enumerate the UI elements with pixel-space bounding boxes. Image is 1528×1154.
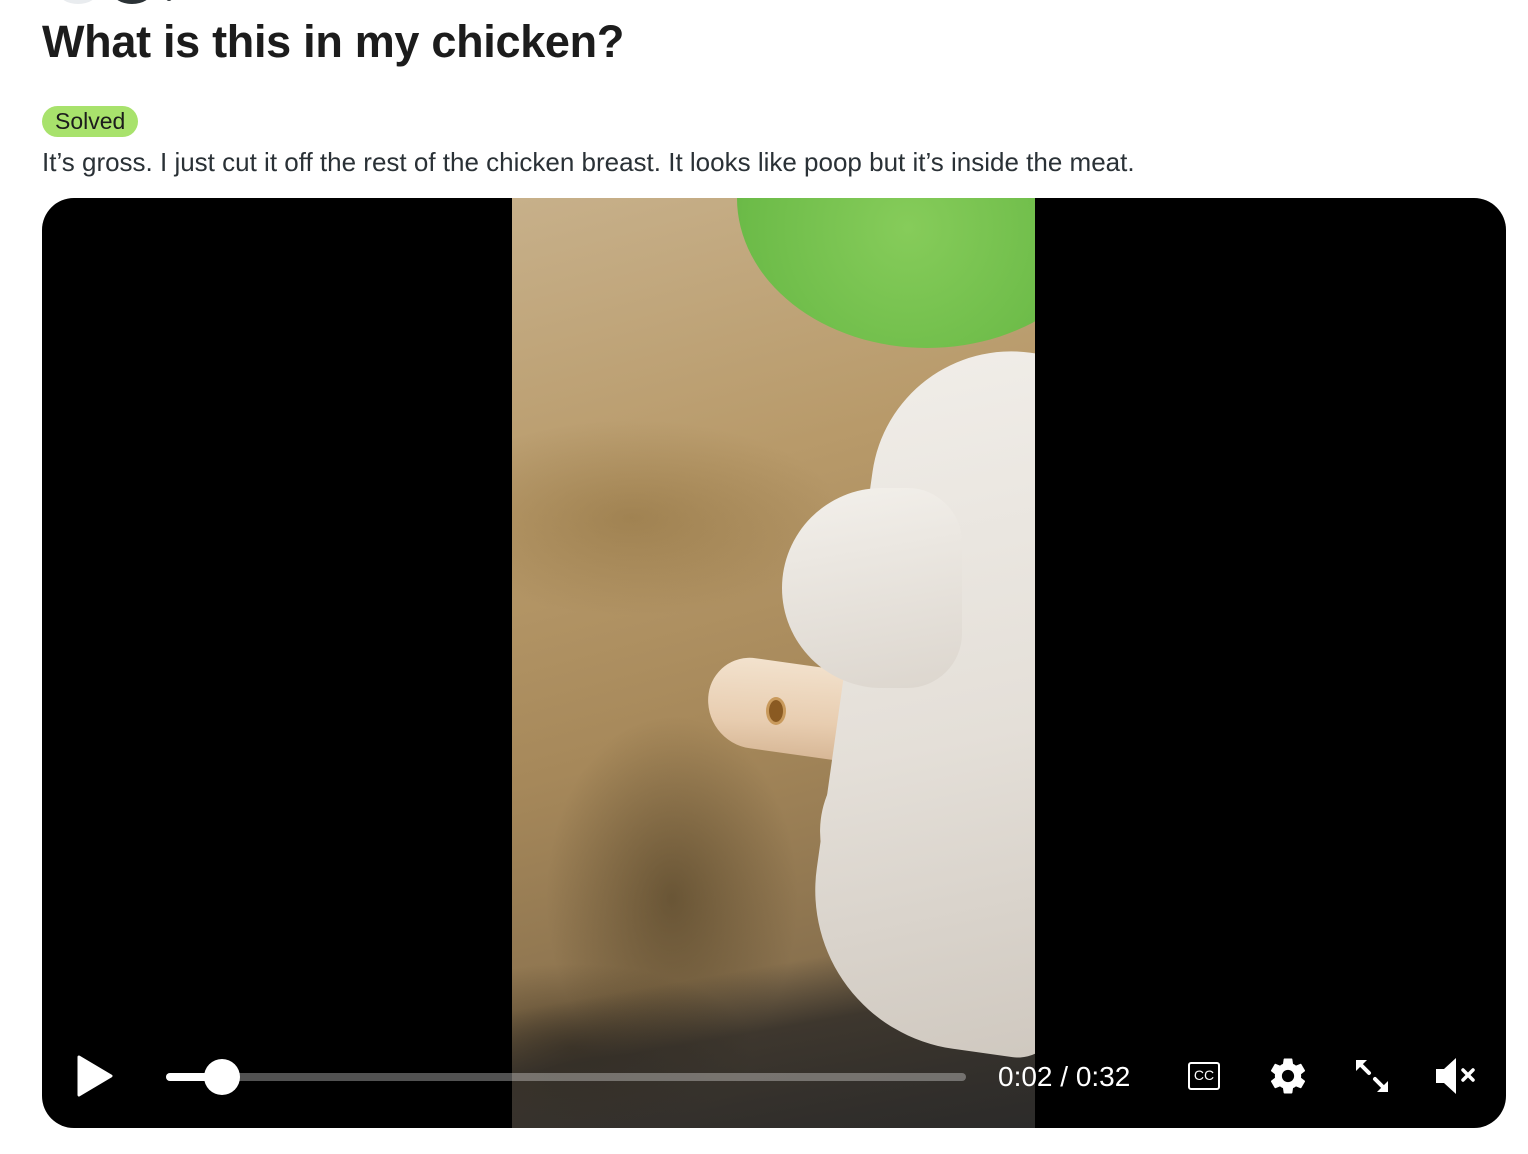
volume-button[interactable] — [1434, 1056, 1480, 1096]
expand-icon — [1356, 1060, 1388, 1092]
subreddit-avatar[interactable] — [58, 0, 98, 4]
video-player[interactable]: 0:02 / 0:32 CC — [42, 198, 1506, 1128]
post-page: What is this in my chicken? Solved It’s … — [0, 0, 1528, 1154]
video-controls: 0:02 / 0:32 CC — [42, 1018, 1506, 1128]
fullscreen-button[interactable] — [1352, 1056, 1392, 1096]
time-display: 0:02 / 0:32 — [998, 1060, 1130, 1094]
volume-muted-icon — [1436, 1058, 1475, 1094]
time-display-text: 0:02 / 0:32 — [998, 1061, 1131, 1092]
video-frame-green-object — [737, 198, 1035, 348]
flair-badge[interactable]: Solved — [42, 106, 139, 137]
captions-button[interactable]: CC — [1185, 1056, 1223, 1096]
seek-bar-thumb[interactable] — [204, 1059, 240, 1095]
play-button[interactable] — [76, 1055, 114, 1097]
post-header-cropped — [58, 0, 172, 4]
closed-captions-icon: CC — [1188, 1062, 1220, 1090]
video-frame[interactable] — [512, 198, 1035, 1128]
post-body-text: It’s gross. I just cut it off the rest o… — [42, 147, 1135, 177]
video-frame-spot — [769, 700, 783, 722]
seek-bar[interactable] — [166, 1059, 966, 1095]
post-title[interactable]: What is this in my chicken? — [42, 14, 624, 70]
user-avatar[interactable] — [112, 0, 152, 4]
settings-button[interactable] — [1266, 1056, 1310, 1096]
video-frame-glove-thumb — [782, 488, 962, 688]
gear-icon — [1270, 1058, 1306, 1094]
play-icon — [77, 1055, 113, 1097]
separator-dot — [166, 0, 172, 1]
